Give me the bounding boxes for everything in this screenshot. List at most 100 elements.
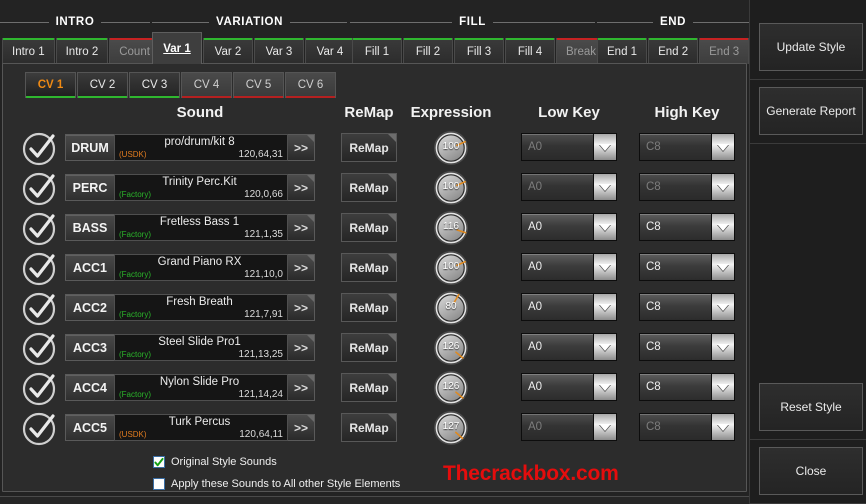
sound-field[interactable]: Turk Percus (USDK) 120,64,11	[114, 414, 288, 441]
chevron-down-icon[interactable]	[711, 294, 734, 320]
part-label-button[interactable]: ACC5	[65, 414, 114, 441]
tab-end-3[interactable]: End 3	[699, 38, 750, 64]
option-row[interactable]: Apply these Sounds to All other Style El…	[153, 478, 400, 490]
tab-intro-1[interactable]: Intro 1	[2, 38, 55, 64]
high-key-select[interactable]: C8	[639, 213, 735, 241]
part-label-button[interactable]: ACC4	[65, 374, 114, 401]
tab-fill-2[interactable]: Fill 2	[403, 38, 453, 64]
part-label-button[interactable]: DRUM	[65, 134, 114, 161]
tab-end-2[interactable]: End 2	[648, 38, 699, 64]
part-label-button[interactable]: PERC	[65, 174, 114, 201]
remap-button[interactable]: ReMap	[341, 373, 397, 402]
sound-field[interactable]: Nylon Slide Pro (Factory) 121,14,24	[114, 374, 288, 401]
cv-tab-cv1[interactable]: CV 1	[25, 72, 76, 98]
remap-button[interactable]: ReMap	[341, 213, 397, 242]
sound-browse-button[interactable]: >>	[288, 174, 315, 201]
tab-var-4[interactable]: Var 4	[305, 38, 355, 64]
low-key-select[interactable]: A0	[521, 333, 617, 361]
remap-button[interactable]: ReMap	[341, 173, 397, 202]
chevron-down-icon[interactable]	[711, 174, 734, 200]
chevron-down-icon[interactable]	[593, 334, 616, 360]
sound-browse-button[interactable]: >>	[288, 294, 315, 321]
tab-fill-1[interactable]: Fill 1	[352, 38, 402, 64]
side-button-reset-style[interactable]: Reset Style	[759, 383, 863, 431]
high-key-select[interactable]: C8	[639, 253, 735, 281]
chevron-down-icon[interactable]	[711, 334, 734, 360]
chevron-down-icon[interactable]	[711, 134, 734, 160]
cv-tab-cv3[interactable]: CV 3	[129, 72, 180, 98]
enable-check-icon[interactable]	[20, 370, 58, 408]
cv-tab-cv4[interactable]: CV 4	[181, 72, 232, 98]
checkbox-unchecked-icon[interactable]	[153, 478, 165, 490]
tab-var-1[interactable]: Var 1	[152, 32, 202, 64]
sound-field[interactable]: Grand Piano RX (Factory) 121,10,0	[114, 254, 288, 281]
tab-intro-2[interactable]: Intro 2	[55, 38, 109, 64]
low-key-select[interactable]: A0	[521, 213, 617, 241]
enable-check-icon[interactable]	[20, 210, 58, 248]
tab-fill-3[interactable]: Fill 3	[454, 38, 504, 64]
chevron-down-icon[interactable]	[593, 214, 616, 240]
expression-knob[interactable]: 116	[432, 209, 470, 247]
side-button-generate-report[interactable]: Generate Report	[759, 87, 863, 135]
tab-end-1[interactable]: End 1	[597, 38, 648, 64]
sound-browse-button[interactable]: >>	[288, 254, 315, 281]
side-button-update-style[interactable]: Update Style	[759, 23, 863, 71]
remap-button[interactable]: ReMap	[341, 253, 397, 282]
chevron-down-icon[interactable]	[593, 134, 616, 160]
side-button-close[interactable]: Close	[759, 447, 863, 495]
option-row[interactable]: Original Style Sounds	[153, 456, 277, 468]
sound-field[interactable]: pro/drum/kit 8 (USDK) 120,64,31	[114, 134, 288, 161]
low-key-select[interactable]: A0	[521, 293, 617, 321]
chevron-down-icon[interactable]	[593, 294, 616, 320]
checkbox-checked-icon[interactable]	[153, 456, 165, 468]
high-key-select[interactable]: C8	[639, 333, 735, 361]
sound-browse-button[interactable]: >>	[288, 214, 315, 241]
tab-var-2[interactable]: Var 2	[203, 38, 253, 64]
expression-knob[interactable]: 100	[432, 169, 470, 207]
tab-fill-4[interactable]: Fill 4	[505, 38, 555, 64]
chevron-down-icon[interactable]	[593, 254, 616, 280]
remap-button[interactable]: ReMap	[341, 413, 397, 442]
high-key-select[interactable]: C8	[639, 293, 735, 321]
sound-field[interactable]: Fresh Breath (Factory) 121,7,91	[114, 294, 288, 321]
remap-button[interactable]: ReMap	[341, 133, 397, 162]
sound-browse-button[interactable]: >>	[288, 134, 315, 161]
chevron-down-icon[interactable]	[711, 214, 734, 240]
enable-check-icon[interactable]	[20, 330, 58, 368]
expression-knob[interactable]: 100	[432, 249, 470, 287]
cv-tab-cv2[interactable]: CV 2	[77, 72, 128, 98]
cv-tab-cv6[interactable]: CV 6	[285, 72, 336, 98]
chevron-down-icon[interactable]	[711, 254, 734, 280]
sound-field[interactable]: Steel Slide Pro1 (Factory) 121,13,25	[114, 334, 288, 361]
expression-knob[interactable]: 100	[432, 129, 470, 167]
sound-field[interactable]: Trinity Perc.Kit (Factory) 120,0,66	[114, 174, 288, 201]
part-label-button[interactable]: BASS	[65, 214, 114, 241]
tab-var-3[interactable]: Var 3	[254, 38, 304, 64]
chevron-down-icon[interactable]	[593, 374, 616, 400]
enable-check-icon[interactable]	[20, 410, 58, 448]
expression-knob[interactable]: 126	[432, 329, 470, 367]
enable-check-icon[interactable]	[20, 250, 58, 288]
chevron-down-icon[interactable]	[711, 414, 734, 440]
chevron-down-icon[interactable]	[593, 174, 616, 200]
low-key-select[interactable]: A0	[521, 373, 617, 401]
sound-browse-button[interactable]: >>	[288, 374, 315, 401]
expression-knob[interactable]: 127	[432, 409, 470, 447]
remap-button[interactable]: ReMap	[341, 333, 397, 362]
enable-check-icon[interactable]	[20, 130, 58, 168]
chevron-down-icon[interactable]	[593, 414, 616, 440]
part-label-button[interactable]: ACC1	[65, 254, 114, 281]
low-key-select[interactable]: A0	[521, 253, 617, 281]
cv-tab-cv5[interactable]: CV 5	[233, 72, 284, 98]
part-label-button[interactable]: ACC3	[65, 334, 114, 361]
part-label-button[interactable]: ACC2	[65, 294, 114, 321]
expression-knob[interactable]: 126	[432, 369, 470, 407]
sound-browse-button[interactable]: >>	[288, 334, 315, 361]
high-key-select[interactable]: C8	[639, 373, 735, 401]
remap-button[interactable]: ReMap	[341, 293, 397, 322]
enable-check-icon[interactable]	[20, 170, 58, 208]
enable-check-icon[interactable]	[20, 290, 58, 328]
sound-browse-button[interactable]: >>	[288, 414, 315, 441]
chevron-down-icon[interactable]	[711, 374, 734, 400]
sound-field[interactable]: Fretless Bass 1 (Factory) 121,1,35	[114, 214, 288, 241]
